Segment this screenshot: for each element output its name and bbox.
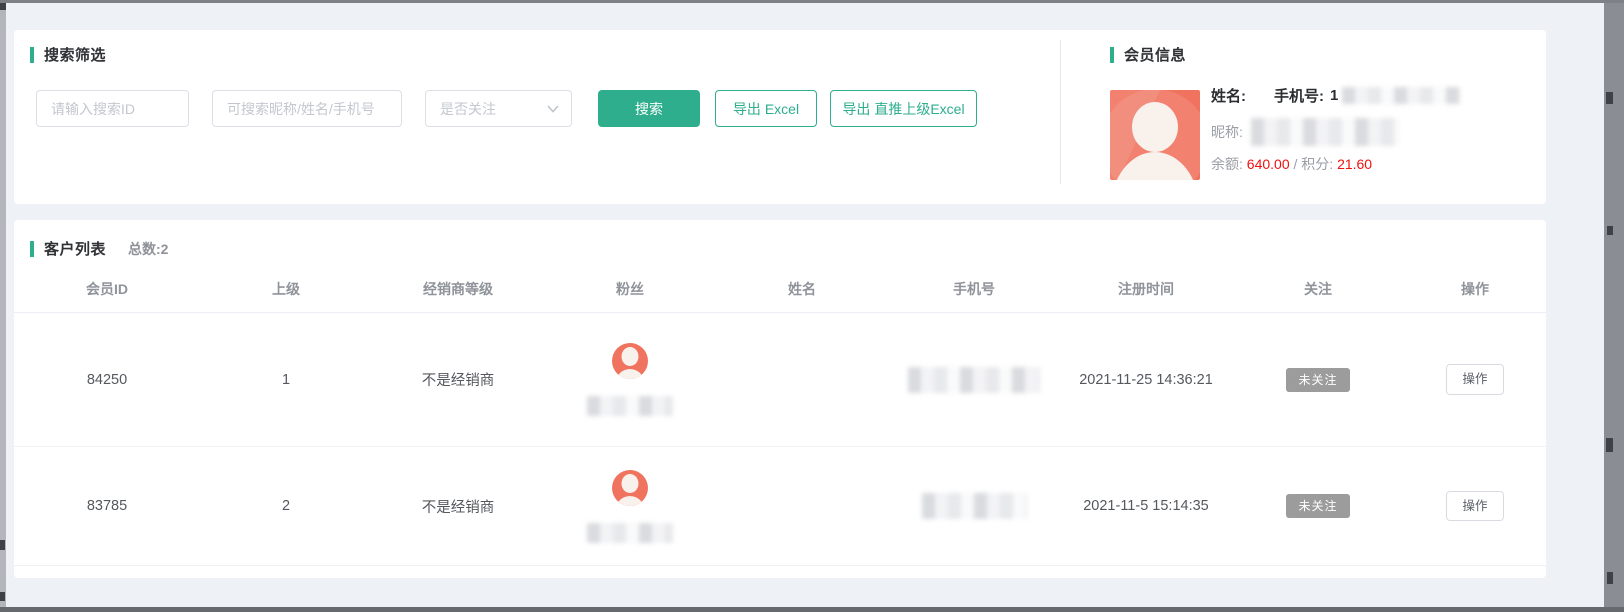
separator-slash: / [1294,156,1298,172]
cell-fans [544,313,716,446]
green-accent-bar [30,47,34,63]
col-header-follow: 关注 [1232,266,1404,312]
keyword-search-input[interactable] [212,90,402,127]
member-phone-label: 手机号: [1274,85,1324,106]
window-bottom-border [0,607,1624,612]
section-title-text: 搜索筛选 [44,44,106,65]
person-icon [615,369,646,379]
select-placeholder: 是否关注 [440,99,496,119]
frame-artifact [1606,92,1613,104]
member-avatar [1110,90,1200,180]
customer-table: 会员ID 上级 经销商等级 粉丝 姓名 手机号 注册时间 关注 操作 84250… [14,266,1546,566]
follow-status-badge: 未关注 [1286,494,1349,518]
member-name-label: 姓名: [1211,85,1246,106]
col-header-dealer-level: 经销商等级 [372,266,544,312]
customer-list-section-title: 客户列表 总数:2 [30,238,168,259]
person-icon [622,474,639,493]
points-value: 21.60 [1337,156,1372,172]
points-label: 积分: [1301,154,1333,174]
blurred-fan-name [587,523,673,543]
person-icon [1132,102,1178,152]
person-icon [615,496,646,506]
frame-artifact [0,592,5,601]
admin-page: 搜索筛选 是否关注 搜索 导出 Excel 导出 直推上级Excel 会员信息 [6,3,1604,607]
blurred-nickname [1251,118,1399,146]
cell-name [716,313,888,446]
member-nickname-label: 昵称: [1211,122,1243,142]
search-button[interactable]: 搜索 [598,90,700,127]
cell-phone [888,447,1060,565]
cell-upline: 2 [200,447,372,565]
table-row: 83785 2 不是经销商 2021-11-5 15:14:35 未关注 [14,447,1546,566]
window-right-border [1604,0,1624,612]
member-details: 姓名: 手机号: 1 昵称: 余额: 640.00 / 积分: 21.60 [1211,84,1531,175]
export-excel-button[interactable]: 导出 Excel [715,90,817,127]
col-header-upline: 上级 [200,266,372,312]
blurred-fan-name [587,396,673,416]
chevron-down-icon [547,105,559,113]
cell-upline: 1 [200,313,372,446]
cell-member-id: 83785 [14,447,200,565]
col-header-member-id: 会员ID [14,266,200,312]
member-phone-visible-prefix: 1 [1330,87,1338,104]
fan-avatar [612,343,648,379]
section-title-text: 会员信息 [1124,44,1186,65]
row-action-button[interactable]: 操作 [1446,364,1503,395]
col-header-action: 操作 [1404,266,1546,312]
customer-list-card: 客户列表 总数:2 会员ID 上级 经销商等级 粉丝 姓名 手机号 注册时间 关… [14,220,1546,578]
green-accent-bar [1110,47,1114,63]
follow-status-select[interactable]: 是否关注 [425,90,572,127]
frame-artifact [1606,438,1613,452]
col-header-name: 姓名 [716,266,888,312]
cell-dealer-level: 不是经销商 [372,313,544,446]
member-info-section-title: 会员信息 [1110,44,1186,65]
green-accent-bar [30,241,34,257]
col-header-register-time: 注册时间 [1060,266,1232,312]
total-count: 总数:2 [128,239,168,259]
vertical-divider [1060,40,1061,184]
table-header-row: 会员ID 上级 经销商等级 粉丝 姓名 手机号 注册时间 关注 操作 [14,266,1546,313]
frame-artifact [0,540,5,550]
cell-member-id: 84250 [14,313,200,446]
frame-artifact [1607,226,1613,235]
search-filter-section-title: 搜索筛选 [30,44,106,65]
window-top-border [0,0,1624,3]
search-filter-card: 搜索筛选 是否关注 搜索 导出 Excel 导出 直推上级Excel 会员信息 [14,30,1546,204]
cell-register-time: 2021-11-25 14:36:21 [1060,313,1232,446]
search-id-input[interactable] [36,90,189,127]
table-row: 84250 1 不是经销商 2021-11-25 14:36:21 未关注 [14,313,1546,447]
row-action-button[interactable]: 操作 [1446,491,1503,522]
cell-register-time: 2021-11-5 15:14:35 [1060,447,1232,565]
blurred-phone-number [1342,87,1460,104]
frame-artifact [0,3,6,10]
fan-avatar [612,470,648,506]
follow-status-badge: 未关注 [1286,368,1349,392]
balance-value: 640.00 [1247,156,1290,172]
member-name-phone-line: 姓名: 手机号: 1 [1211,84,1531,106]
export-upline-excel-button[interactable]: 导出 直推上级Excel [830,90,977,127]
balance-label: 余额: [1211,154,1243,174]
frame-artifact [1607,572,1613,584]
cell-phone [888,313,1060,446]
section-title-text: 客户列表 [44,238,106,259]
cell-follow: 未关注 [1232,447,1404,565]
cell-action: 操作 [1404,447,1546,565]
blurred-phone-number [922,493,1027,519]
cell-name [716,447,888,565]
cell-dealer-level: 不是经销商 [372,447,544,565]
person-icon [622,347,639,366]
col-header-fans: 粉丝 [544,266,716,312]
cell-fans [544,447,716,565]
cell-follow: 未关注 [1232,313,1404,446]
cell-action: 操作 [1404,313,1546,446]
window-left-border [0,0,6,612]
blurred-phone-number [908,367,1040,393]
col-header-phone: 手机号 [888,266,1060,312]
member-balance-line: 余额: 640.00 / 积分: 21.60 [1211,153,1531,175]
member-nickname-line: 昵称: [1211,117,1531,147]
